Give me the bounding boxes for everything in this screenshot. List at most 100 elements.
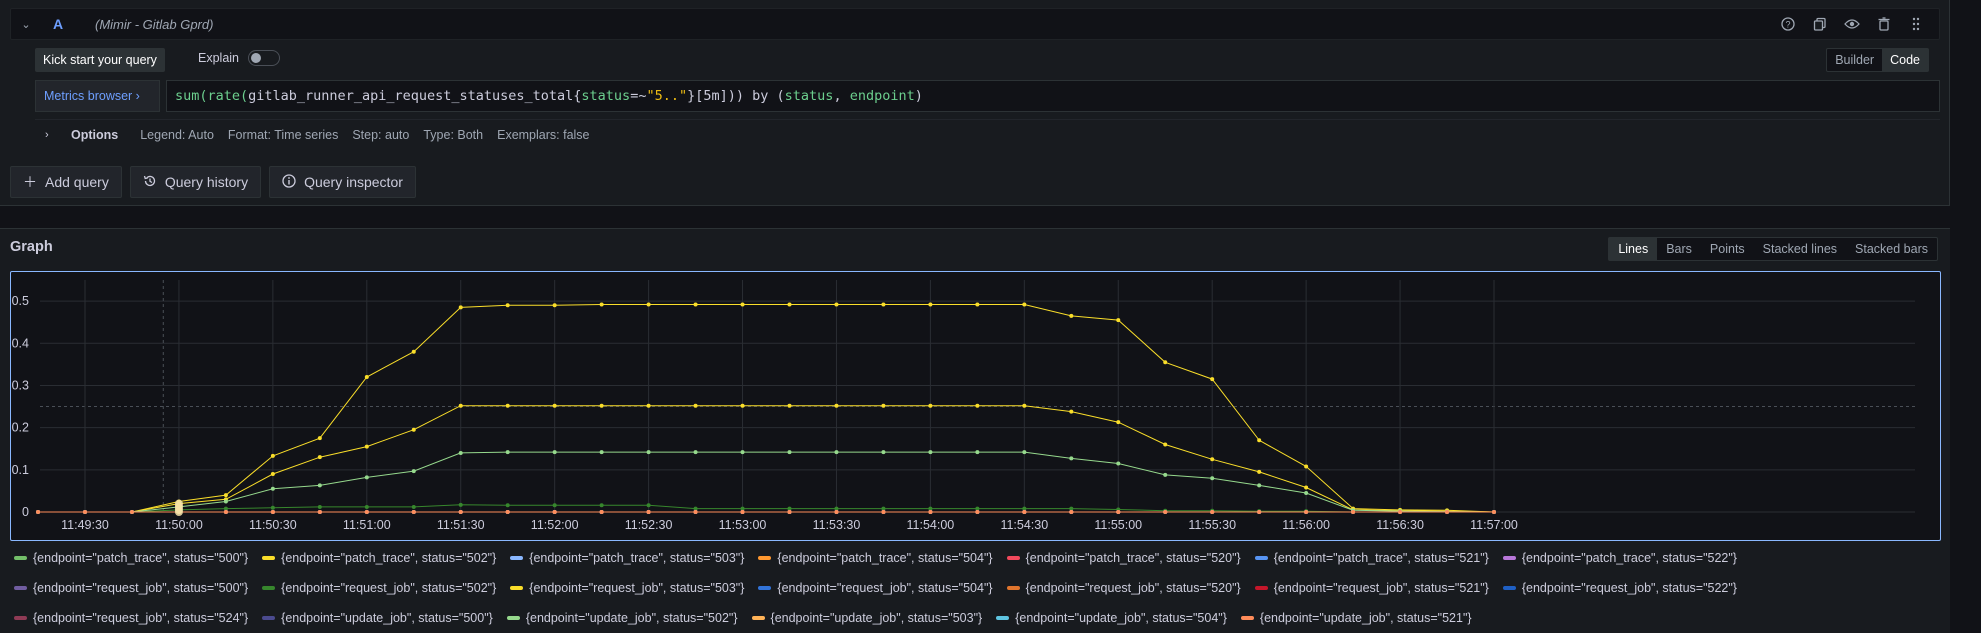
option-exemplars: Exemplars: false xyxy=(497,127,590,142)
trash-icon[interactable] xyxy=(1875,15,1893,33)
data-point xyxy=(317,455,322,460)
option-legend: Legend: Auto xyxy=(140,127,214,142)
expr-token: "5.." xyxy=(646,88,688,104)
data-point xyxy=(1116,420,1121,425)
option-format: Format: Time series xyxy=(227,127,339,142)
time-series-chart[interactable]: 0 0.1 0.2 0.3 0.4 0.5 11:49:30 11:50:00 11:50:30… xyxy=(11,272,1940,540)
legend-label: {endpoint="request_job", status="503"} xyxy=(529,581,745,595)
legend-item[interactable]: {endpoint="patch_trace", status="522"} xyxy=(1502,549,1737,567)
query-options-row[interactable]: › Options Legend: Auto Format: Time seri… xyxy=(35,119,1940,149)
legend-label: {endpoint="request_job", status="522"} xyxy=(1521,581,1737,595)
page-scrollbar[interactable] xyxy=(1969,0,1981,633)
query-history-label: Query history xyxy=(164,174,249,190)
view-points[interactable]: Points xyxy=(1701,238,1754,260)
data-point xyxy=(1069,313,1074,318)
data-point xyxy=(505,403,510,408)
legend-item[interactable]: {endpoint="update_job", status="502"} xyxy=(506,609,738,627)
view-bars[interactable]: Bars xyxy=(1657,238,1701,260)
data-point xyxy=(1163,360,1168,365)
query-inspector-label: Query inspector xyxy=(304,174,403,190)
expr-token: endpoint xyxy=(849,88,915,104)
x-tick-label: 11:56:00 xyxy=(1282,518,1330,532)
y-tick-label: 0 xyxy=(22,505,29,519)
y-tick-label: 0.4 xyxy=(12,336,29,350)
data-point xyxy=(364,510,369,514)
legend-item[interactable]: {endpoint="request_job", status="520"} xyxy=(1006,579,1241,597)
x-tick-label: 11:55:30 xyxy=(1188,518,1236,532)
legend-item[interactable]: {endpoint="request_job", status="522"} xyxy=(1502,579,1737,597)
plus-icon: ＋ xyxy=(23,174,37,190)
legend-swatch xyxy=(758,556,772,560)
legend-swatch xyxy=(758,586,772,590)
expr-token: gitlab_runner_api_request_statuses_total… xyxy=(248,88,582,104)
legend-label: {endpoint="patch_trace", status="500"} xyxy=(33,551,249,565)
legend-item[interactable]: {endpoint="patch_trace", status="503"} xyxy=(510,549,744,567)
legend-item[interactable]: {endpoint="request_job", status="500"} xyxy=(14,579,248,597)
add-query-label: Add query xyxy=(45,174,109,190)
legend-item[interactable]: {endpoint="request_job", status="503"} xyxy=(510,579,744,597)
info-icon xyxy=(282,173,296,191)
legend-item[interactable]: {endpoint="request_job", status="502"} xyxy=(262,579,496,597)
query-buttons: ＋ Add query Query history Query inspecto… xyxy=(10,166,416,198)
view-lines[interactable]: Lines xyxy=(1609,238,1658,260)
legend-swatch xyxy=(751,616,765,620)
data-point xyxy=(317,436,322,441)
x-tick-label: 11:50:30 xyxy=(249,518,297,532)
drag-handle-icon[interactable] xyxy=(1907,15,1925,33)
collapse-query-icon[interactable]: ⌄ xyxy=(11,18,41,31)
data-point xyxy=(740,450,745,455)
data-point xyxy=(646,403,651,408)
data-point xyxy=(552,450,557,455)
eye-icon[interactable] xyxy=(1843,15,1861,33)
metrics-browser-button[interactable]: Metrics browser › xyxy=(35,80,160,112)
legend-item[interactable]: {endpoint="update_job", status="500"} xyxy=(262,609,493,627)
duplicate-icon[interactable] xyxy=(1811,15,1829,33)
editor-mode-switch: Builder Code xyxy=(1826,48,1929,72)
query-inspector-button[interactable]: Query inspector xyxy=(269,166,416,198)
history-icon xyxy=(143,174,157,191)
kick-start-button[interactable]: Kick start your query xyxy=(35,48,165,72)
data-point xyxy=(458,305,463,310)
data-point xyxy=(693,403,698,408)
data-point xyxy=(740,403,745,408)
legend-item[interactable]: {endpoint="update_job", status="503"} xyxy=(751,609,983,627)
mode-code[interactable]: Code xyxy=(1882,49,1928,71)
data-point xyxy=(1210,377,1215,382)
legend-label: {endpoint="patch_trace", status="503"} xyxy=(529,551,745,565)
help-icon[interactable]: ? xyxy=(1779,15,1797,33)
legend-item[interactable]: {endpoint="patch_trace", status="500"} xyxy=(14,549,248,567)
add-query-button[interactable]: ＋ Add query xyxy=(10,166,122,198)
query-expression-input[interactable]: sum(rate(gitlab_runner_api_request_statu… xyxy=(166,80,1940,112)
data-point xyxy=(740,510,745,514)
view-stacked-lines[interactable]: Stacked lines xyxy=(1754,238,1846,260)
expr-token: ) xyxy=(914,88,923,104)
legend-item[interactable]: {endpoint="patch_trace", status="520"} xyxy=(1006,549,1241,567)
legend-label: {endpoint="request_job", status="521"} xyxy=(1273,581,1489,595)
data-point xyxy=(1116,461,1121,466)
legend-item[interactable]: {endpoint="update_job", status="504"} xyxy=(996,609,1227,627)
data-point xyxy=(364,444,369,449)
query-letter[interactable]: A xyxy=(53,16,87,32)
time-series-plot[interactable]: 0 0.1 0.2 0.3 0.4 0.5 11:49:30 11:50:00 11:50:30… xyxy=(10,271,1941,541)
legend-item[interactable]: {endpoint="request_job", status="521"} xyxy=(1254,579,1489,597)
legend-label: {endpoint="update_job", status="503"} xyxy=(770,611,983,625)
legend-swatch xyxy=(262,616,276,620)
data-point xyxy=(1257,469,1262,474)
mode-builder[interactable]: Builder xyxy=(1827,49,1882,71)
data-point xyxy=(552,510,557,514)
legend-item[interactable]: {endpoint="patch_trace", status="502"} xyxy=(262,549,496,567)
data-point xyxy=(1163,510,1168,514)
legend-label: {endpoint="patch_trace", status="521"} xyxy=(1273,551,1489,565)
view-stacked-bars[interactable]: Stacked bars xyxy=(1846,238,1937,260)
legend-item[interactable]: {endpoint="patch_trace", status="521"} xyxy=(1254,549,1489,567)
legend-swatch xyxy=(996,616,1010,620)
legend-item[interactable]: {endpoint="request_job", status="524"} xyxy=(14,609,248,627)
data-point xyxy=(1069,456,1074,461)
legend-label: {endpoint="patch_trace", status="502"} xyxy=(281,551,497,565)
explain-toggle[interactable] xyxy=(248,50,280,66)
legend-item[interactable]: {endpoint="request_job", status="504"} xyxy=(758,579,993,597)
y-tick-label: 0.1 xyxy=(12,463,29,477)
legend-item[interactable]: {endpoint="update_job", status="521"} xyxy=(1240,609,1472,627)
query-history-button[interactable]: Query history xyxy=(129,166,262,198)
legend-item[interactable]: {endpoint="patch_trace", status="504"} xyxy=(758,549,993,567)
